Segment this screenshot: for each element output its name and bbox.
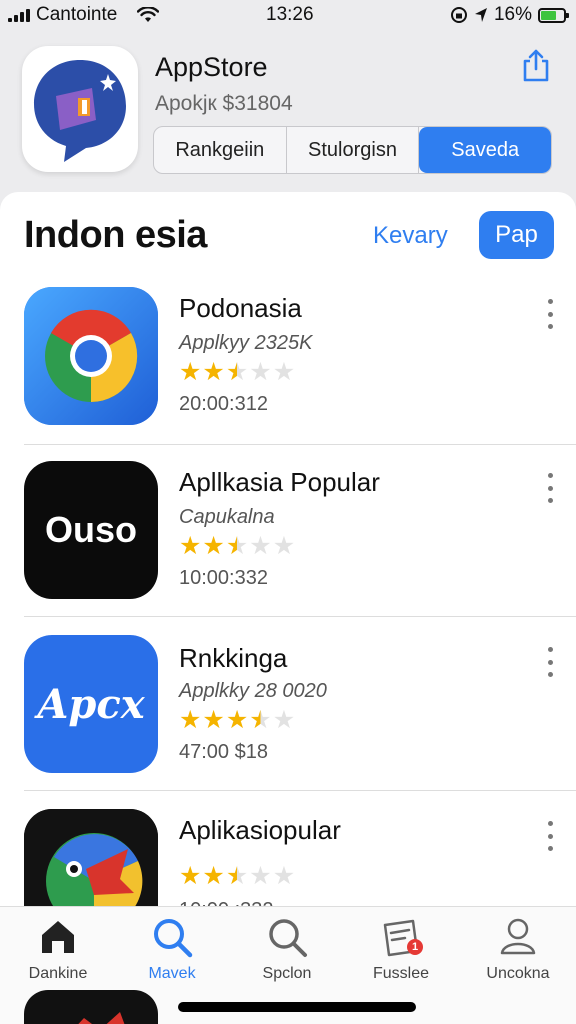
app-subtitle: Apokjк $31804 <box>155 92 293 115</box>
star-icon: ★ <box>272 358 296 386</box>
star-icon: ★ <box>249 862 272 890</box>
star-icon: ★ <box>272 532 296 560</box>
list-item[interactable]: Aplikasiopular ★★★★★ 10:00 :332 <box>0 809 576 908</box>
list-item[interactable]: Ouso Apllkasia Popular Capukalna ★ ★ ★ ★ ★ 1… <box>0 461 576 633</box>
star-icon: ★ <box>179 358 202 386</box>
star-icon: ★ <box>225 862 249 890</box>
list-item[interactable]: Podonasia Applkуy 2325K ★ ★ ★ ★ ★ 20:00:312 <box>0 287 576 459</box>
app-time: 20:00:312 <box>179 393 268 415</box>
star-icon: ★ <box>249 532 272 560</box>
star-icon: ★ <box>249 706 272 734</box>
app-title: Podonasia <box>179 293 302 323</box>
tab-uncokna[interactable]: Uncokna <box>463 915 573 983</box>
star-icon: ★ <box>225 358 249 386</box>
signal-icon <box>8 8 30 22</box>
list-item[interactable]: Apcx Rnkkinga Applkky 28 0020 ★ ★ ★ ★ ★ 47:0… <box>0 635 576 807</box>
pap-button[interactable]: Pap <box>479 211 554 259</box>
more-icon[interactable] <box>540 473 560 503</box>
tab-mavek[interactable]: Mavek <box>117 915 227 983</box>
more-icon[interactable] <box>540 821 560 851</box>
ouso-icon: Ouso <box>24 461 158 599</box>
more-icon[interactable] <box>540 647 560 677</box>
more-icon[interactable] <box>540 299 560 329</box>
section-title: Indon esia <box>24 214 207 256</box>
star-icon: ★ <box>179 706 202 734</box>
apcx-icon: Apcx <box>24 635 158 773</box>
app-list-panel: Indon esia Kevary Pap Podonasia Applkуy … <box>0 192 576 908</box>
star-icon: ★ <box>272 862 296 890</box>
home-indicator <box>178 1002 416 1012</box>
account-icon <box>500 918 536 955</box>
app-subtitle: Applkуy 2325K <box>179 332 313 354</box>
app-title: Apllkasia Popular <box>179 467 380 497</box>
app-subtitle: Applkky 28 0020 <box>179 680 327 702</box>
star-icon: ★ <box>225 706 249 734</box>
tab-dankine[interactable]: Dankine <box>3 915 113 983</box>
tab-label: Mavek <box>148 965 196 982</box>
parrot-icon <box>24 809 158 908</box>
star-icon: ★ <box>202 532 225 560</box>
star-icon: ★ <box>202 358 225 386</box>
search-icon <box>269 919 307 957</box>
status-time: 13:26 <box>266 4 314 25</box>
app-time: 47:00 $18 <box>179 741 268 763</box>
battery-icon <box>538 7 569 23</box>
tab-fusslee[interactable]: 1 Fusslee <box>346 915 456 983</box>
segment-saveda[interactable]: Saveda <box>419 127 551 173</box>
tab-label: Uncokna <box>486 965 550 982</box>
icon-label: Apcx <box>37 680 145 728</box>
appstore-logo-icon <box>22 46 138 172</box>
app-title: AppStore <box>155 52 268 82</box>
share-button[interactable] <box>518 46 554 86</box>
location-icon <box>474 8 487 22</box>
star-icon: ★ <box>179 862 202 890</box>
lock-rotation-icon <box>450 7 467 23</box>
chrome-like-icon <box>24 287 158 425</box>
status-bar: Cantointe 13:26 16% <box>0 0 576 30</box>
star-icon: ★ <box>249 358 272 386</box>
tab-label: Spclon <box>262 965 312 982</box>
star-icon: ★ <box>202 706 225 734</box>
notification-badge: 1 <box>407 939 423 955</box>
battery-percent: 16% <box>493 4 532 25</box>
app-time: 10:00:332 <box>179 567 268 589</box>
tab-label: Fusslee <box>372 965 430 982</box>
tab-spclon[interactable]: Spclon <box>232 915 342 983</box>
peek-app-icon <box>24 990 158 1024</box>
carrier-label: Cantointe <box>36 4 118 25</box>
star-icon: ★ <box>272 706 296 734</box>
share-icon <box>523 49 549 82</box>
search-icon <box>154 919 193 958</box>
rating-stars: ★ ★ ★ ★ ★ <box>179 861 295 891</box>
rating-stars: ★ ★ ★ ★ ★ <box>179 705 295 735</box>
rating-stars: ★ ★ ★ ★ ★ <box>179 531 295 561</box>
app-title: Aplikasiopular <box>179 815 341 845</box>
segmented-control: Rankgeiin Stulorgisn Saveda <box>153 126 552 174</box>
app-subtitle: Capukalna <box>179 506 275 528</box>
app-header: AppStore Apokjк $31804 Rankgeiin Stulorg… <box>0 30 576 190</box>
icon-label: Ouso <box>44 509 137 550</box>
star-icon: ★ <box>225 532 249 560</box>
star-icon: ★ <box>202 862 225 890</box>
app-title: Rnkkinga <box>179 643 288 673</box>
segment-stulorgisn[interactable]: Stulorgisn <box>287 127 420 173</box>
wifi-icon <box>137 7 160 22</box>
rating-stars: ★ ★ ★ ★ ★ <box>179 357 295 387</box>
star-icon: ★ <box>179 532 202 560</box>
home-icon <box>42 921 74 953</box>
see-all-link[interactable]: Kevary <box>373 222 448 250</box>
segment-rankgeiin[interactable]: Rankgeiin <box>154 127 287 173</box>
tab-label: Dankine <box>28 965 88 982</box>
